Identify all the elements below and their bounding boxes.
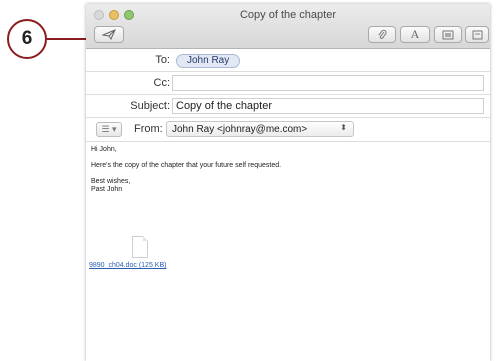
document-icon[interactable] bbox=[132, 236, 148, 258]
body-signature: Past John bbox=[91, 186, 123, 193]
format-label: A bbox=[410, 27, 420, 41]
paper-plane-icon bbox=[102, 29, 116, 40]
attach-file-button[interactable] bbox=[368, 26, 396, 43]
subject-label: Subject: bbox=[130, 100, 170, 112]
from-account-select[interactable]: John Ray <johnray@me.com> ⬍ bbox=[166, 121, 354, 137]
list-icon: ☰ ▾ bbox=[101, 124, 117, 134]
to-label: To: bbox=[155, 54, 170, 66]
format-button[interactable]: A bbox=[400, 26, 430, 43]
title-bar: Copy of the chapter A bbox=[86, 4, 490, 49]
body-line: Here's the copy of the chapter that your… bbox=[91, 162, 282, 169]
paperclip-icon bbox=[378, 29, 387, 39]
from-value: John Ray <johnray@me.com> bbox=[172, 124, 308, 135]
cc-field[interactable] bbox=[172, 75, 484, 91]
subject-value: Copy of the chapter bbox=[176, 100, 273, 112]
recipient-token[interactable]: John Ray bbox=[176, 54, 241, 68]
mail-compose-window: Copy of the chapter A To: John Ray Cc: S… bbox=[86, 4, 490, 361]
window-title: Copy of the chapter bbox=[239, 9, 336, 21]
body-closing: Best wishes, bbox=[91, 178, 131, 185]
stationery-button[interactable] bbox=[465, 26, 489, 43]
body-greeting: Hi John, bbox=[91, 146, 117, 153]
photo-icon bbox=[442, 30, 454, 39]
step-callout: 6 bbox=[7, 19, 47, 59]
from-row: ☰ ▾ From: John Ray <johnray@me.com> ⬍ bbox=[86, 118, 490, 142]
step-number: 6 bbox=[21, 28, 33, 49]
photo-browser-button[interactable] bbox=[434, 26, 462, 43]
stationery-icon bbox=[472, 30, 482, 39]
select-arrows-icon: ⬍ bbox=[340, 123, 347, 132]
subject-field[interactable]: Copy of the chapter bbox=[172, 98, 484, 114]
to-row: To: John Ray bbox=[86, 49, 490, 72]
attachment-link[interactable]: 9890_ch04.doc (125 KB) bbox=[89, 262, 166, 270]
from-label: From: bbox=[134, 123, 163, 135]
cc-row: Cc: bbox=[86, 72, 490, 95]
message-body[interactable]: Hi John, Here's the copy of the chapter … bbox=[86, 142, 490, 269]
header-fields-menu-button[interactable]: ☰ ▾ bbox=[96, 122, 122, 137]
cc-label: Cc: bbox=[153, 77, 171, 89]
subject-row: Subject: Copy of the chapter bbox=[86, 95, 490, 118]
to-field[interactable]: John Ray bbox=[172, 52, 484, 68]
send-button[interactable] bbox=[94, 26, 124, 43]
